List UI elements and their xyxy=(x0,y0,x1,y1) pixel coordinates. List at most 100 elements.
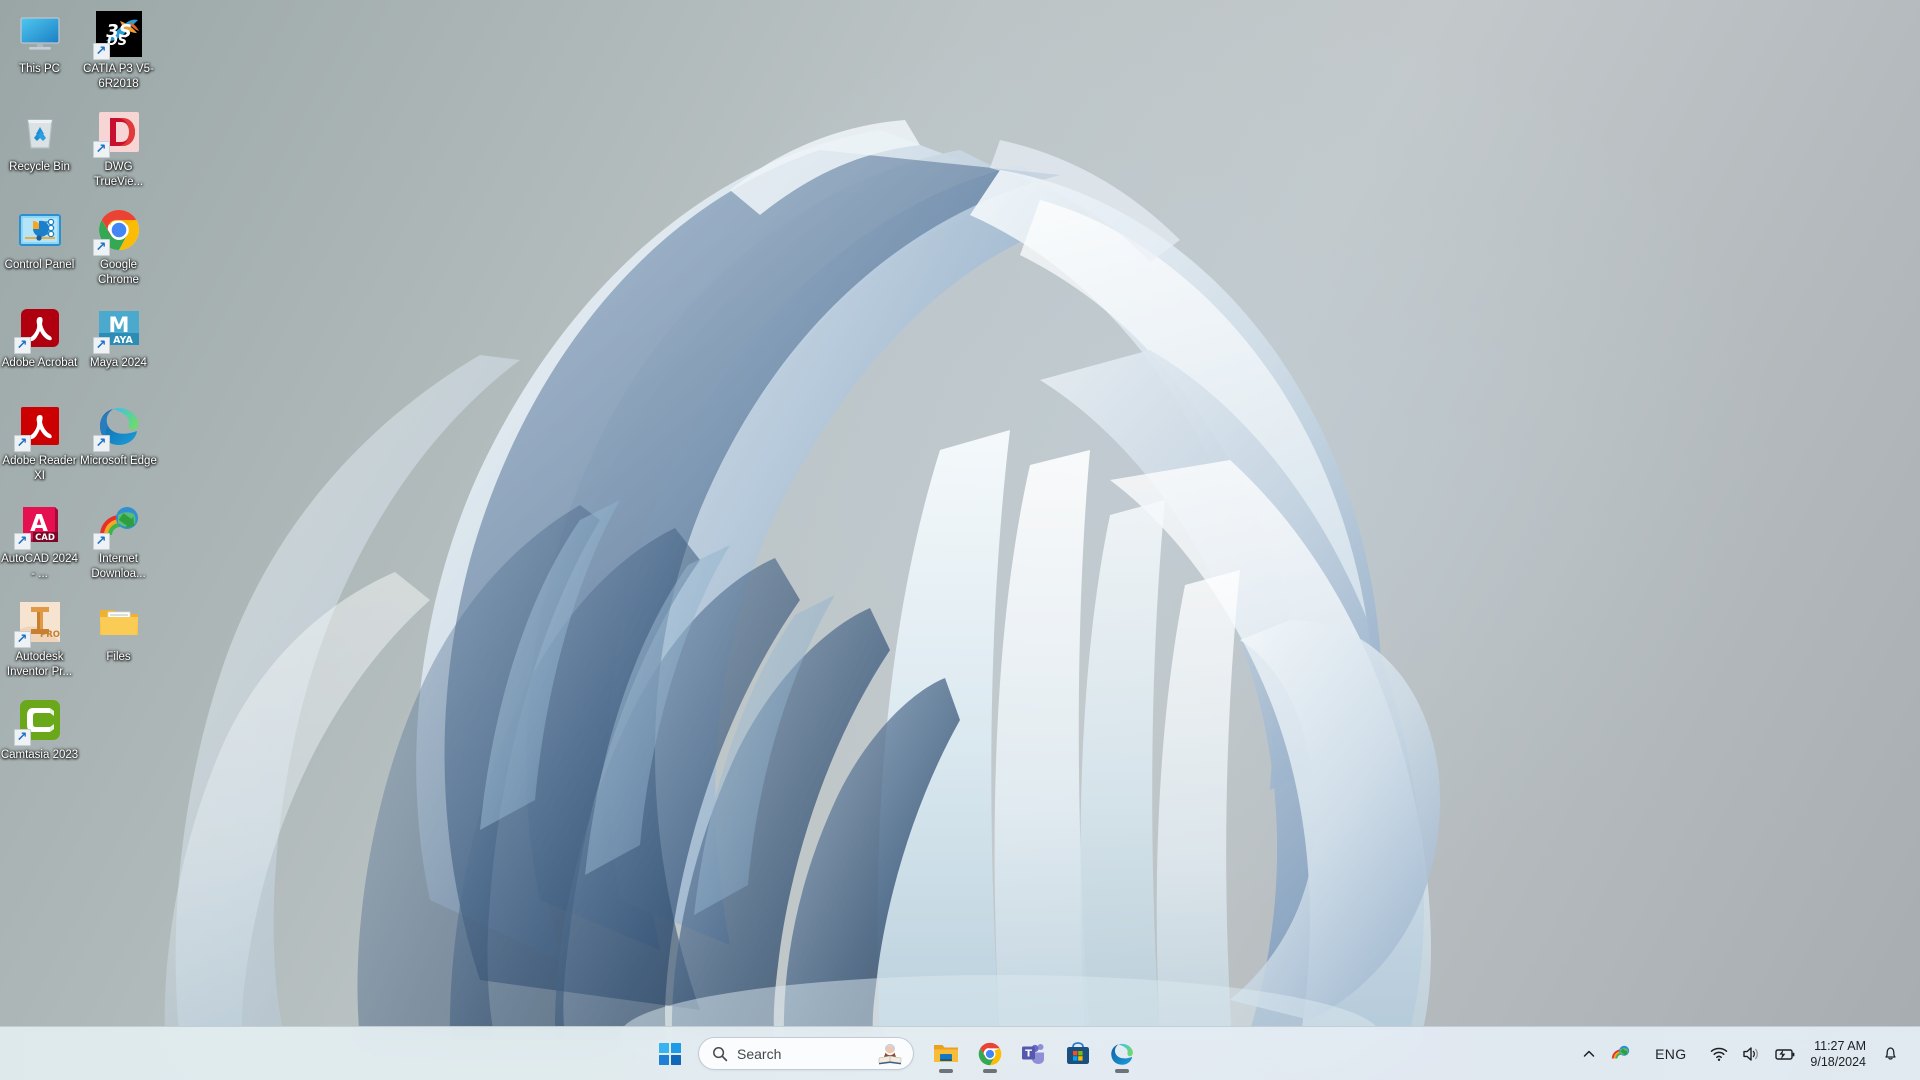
icon-row: Control Panel Google C xyxy=(0,200,170,298)
speaker-icon xyxy=(1743,1046,1759,1061)
desktop-icon-label: Autodesk Inventor Pr... xyxy=(6,651,73,678)
adobe-acrobat-icon xyxy=(13,304,64,354)
taskbar-left-spacer xyxy=(0,1027,648,1080)
this-pc-icon xyxy=(16,10,64,58)
desktop-icon-label: DWG TrueVie... xyxy=(93,161,144,188)
taskbar-app-microsoft-edge[interactable] xyxy=(1100,1032,1144,1076)
shortcut-arrow-icon xyxy=(92,435,110,452)
icon-row: Recycle Bin DWG TrueVie... xyxy=(0,102,170,200)
desktop-icon-adobe-acrobat[interactable]: Adobe Acrobat xyxy=(0,298,79,396)
windows-logo-icon xyxy=(659,1042,681,1065)
network-button[interactable] xyxy=(1703,1032,1735,1076)
desktop-icon-label: AutoCAD 2024 - ... xyxy=(1,553,78,580)
desktop-icon-idm[interactable]: Internet Downloa... xyxy=(79,494,158,592)
svg-text:AYA: AYA xyxy=(113,335,133,346)
search-illustration-icon xyxy=(878,1043,902,1064)
desktop-icon-camtasia[interactable]: Camtasia 2023 xyxy=(0,690,79,788)
svg-text:CAD: CAD xyxy=(35,533,55,543)
svg-text:M: M xyxy=(108,313,129,337)
volume-button[interactable] xyxy=(1735,1032,1767,1076)
desktop-icon-adobe-reader[interactable]: Adobe Reader XI xyxy=(0,396,79,494)
wallpaper-bloom xyxy=(0,0,1920,1080)
shortcut-arrow-icon xyxy=(92,533,110,550)
maya-icon: M AYA xyxy=(92,304,143,354)
microsoft-store-icon xyxy=(1067,1041,1089,1064)
desktop-icon-catia[interactable]: 3S DS CATIA P3 V5-6R2018 xyxy=(79,4,158,102)
shortcut-arrow-icon xyxy=(13,533,31,550)
microsoft-teams-icon: T xyxy=(1022,1043,1044,1064)
clock[interactable]: 11:27 AM 9/18/2024 xyxy=(1803,1032,1875,1076)
desktop-icon-empty-slot xyxy=(79,690,158,788)
desktop-icon-label: This PC xyxy=(19,63,60,75)
search-box[interactable]: Search xyxy=(698,1037,914,1070)
desktop-icon-inventor[interactable]: PRO Autodesk Inventor Pr... xyxy=(0,592,79,690)
shortcut-arrow-icon xyxy=(92,141,110,158)
taskbar-app-microsoft-teams[interactable]: T xyxy=(1012,1032,1056,1076)
adobe-reader-icon xyxy=(13,402,64,452)
desktop-icon-label: Files xyxy=(106,651,131,663)
desktop-icon-label: Adobe Reader XI xyxy=(2,455,77,482)
desktop-icon-label: Microsoft Edge xyxy=(80,455,157,467)
notifications-button[interactable] xyxy=(1875,1032,1906,1076)
desktop-icon-label: Google Chrome xyxy=(98,259,139,286)
desktop-icon-dwg-trueview[interactable]: DWG TrueVie... xyxy=(79,102,158,200)
desktop-icon-label: Recycle Bin xyxy=(9,161,70,173)
shortcut-arrow-icon xyxy=(92,43,110,60)
language-indicator[interactable]: ENG xyxy=(1638,1032,1703,1076)
search-icon xyxy=(713,1046,728,1061)
running-indicator xyxy=(939,1069,953,1073)
desktop-icon-microsoft-edge[interactable]: Microsoft Edge xyxy=(79,396,158,494)
icon-row: PRO Autodesk Inventor Pr... xyxy=(0,592,170,690)
catia-icon: 3S DS xyxy=(92,10,143,60)
running-indicator xyxy=(983,1069,997,1073)
shortcut-arrow-icon xyxy=(13,435,31,452)
desktop-icon-label: CATIA P3 V5-6R2018 xyxy=(83,63,154,90)
language-label: ENG xyxy=(1655,1045,1687,1062)
shortcut-arrow-icon xyxy=(92,239,110,256)
tray-icon-idm[interactable] xyxy=(1603,1032,1638,1076)
taskbar-app-google-chrome[interactable] xyxy=(968,1032,1012,1076)
idm-icon xyxy=(1611,1045,1630,1059)
inventor-icon: PRO xyxy=(13,598,64,648)
desktop-icon-autocad[interactable]: A CAD AutoCAD 2024 - ... xyxy=(0,494,79,592)
desktop-icon-files[interactable]: Files xyxy=(79,592,158,690)
google-chrome-icon xyxy=(978,1042,1002,1065)
battery-button[interactable] xyxy=(1767,1032,1803,1076)
running-indicator xyxy=(1115,1069,1129,1073)
show-hidden-icons-button[interactable] xyxy=(1575,1032,1603,1076)
icon-row: Camtasia 2023 xyxy=(0,690,170,788)
svg-text:PRO: PRO xyxy=(39,630,59,640)
shortcut-arrow-icon xyxy=(92,337,110,354)
shortcut-arrow-icon xyxy=(13,729,31,746)
bell-icon xyxy=(1885,1047,1896,1060)
desktop-icon-recycle-bin[interactable]: Recycle Bin xyxy=(0,102,79,200)
chevron-up-icon xyxy=(1583,1050,1595,1057)
camtasia-icon xyxy=(13,696,64,746)
desktop[interactable]: This PC 3S DS CATIA P3 V5-6R2018 xyxy=(0,0,1920,1080)
icon-row: This PC 3S DS CATIA P3 V5-6R2018 xyxy=(0,4,170,102)
desktop-icon-label: Camtasia 2023 xyxy=(0,749,79,761)
desktop-icon-maya[interactable]: M AYA Maya 2024 xyxy=(79,298,158,396)
start-button[interactable] xyxy=(648,1032,692,1076)
taskbar-app-file-explorer[interactable] xyxy=(924,1032,968,1076)
autocad-icon: A CAD xyxy=(13,500,64,550)
dwg-trueview-icon xyxy=(92,108,143,158)
desktop-icon-label: Maya 2024 xyxy=(90,357,147,369)
icon-row: Adobe Acrobat M AYA Maya 2024 xyxy=(0,298,170,396)
system-tray: ENG 11:27 AM 9/18/2024 xyxy=(1144,1027,1920,1080)
idm-icon xyxy=(92,500,143,550)
microsoft-edge-icon xyxy=(1111,1043,1133,1065)
recycle-bin-icon xyxy=(16,108,64,156)
desktop-icon-label: Internet Downloa... xyxy=(91,553,146,580)
file-explorer-icon xyxy=(934,1044,958,1062)
desktop-icon-this-pc[interactable]: This PC xyxy=(0,4,79,102)
taskbar-center-group: Search T xyxy=(648,1027,1144,1080)
svg-text:T: T xyxy=(1025,1048,1032,1059)
desktop-icon-control-panel[interactable]: Control Panel xyxy=(0,200,79,298)
taskbar-app-microsoft-store[interactable] xyxy=(1056,1032,1100,1076)
icon-row: A CAD AutoCAD 2024 - ... xyxy=(0,494,170,592)
desktop-icon-google-chrome[interactable]: Google Chrome xyxy=(79,200,158,298)
desktop-icon-grid: This PC 3S DS CATIA P3 V5-6R2018 xyxy=(0,0,170,788)
taskbar[interactable]: Search T ENG 11:27 AM 9/18/2024 xyxy=(0,1026,1920,1080)
clock-time: 11:27 AM xyxy=(1814,1038,1866,1053)
